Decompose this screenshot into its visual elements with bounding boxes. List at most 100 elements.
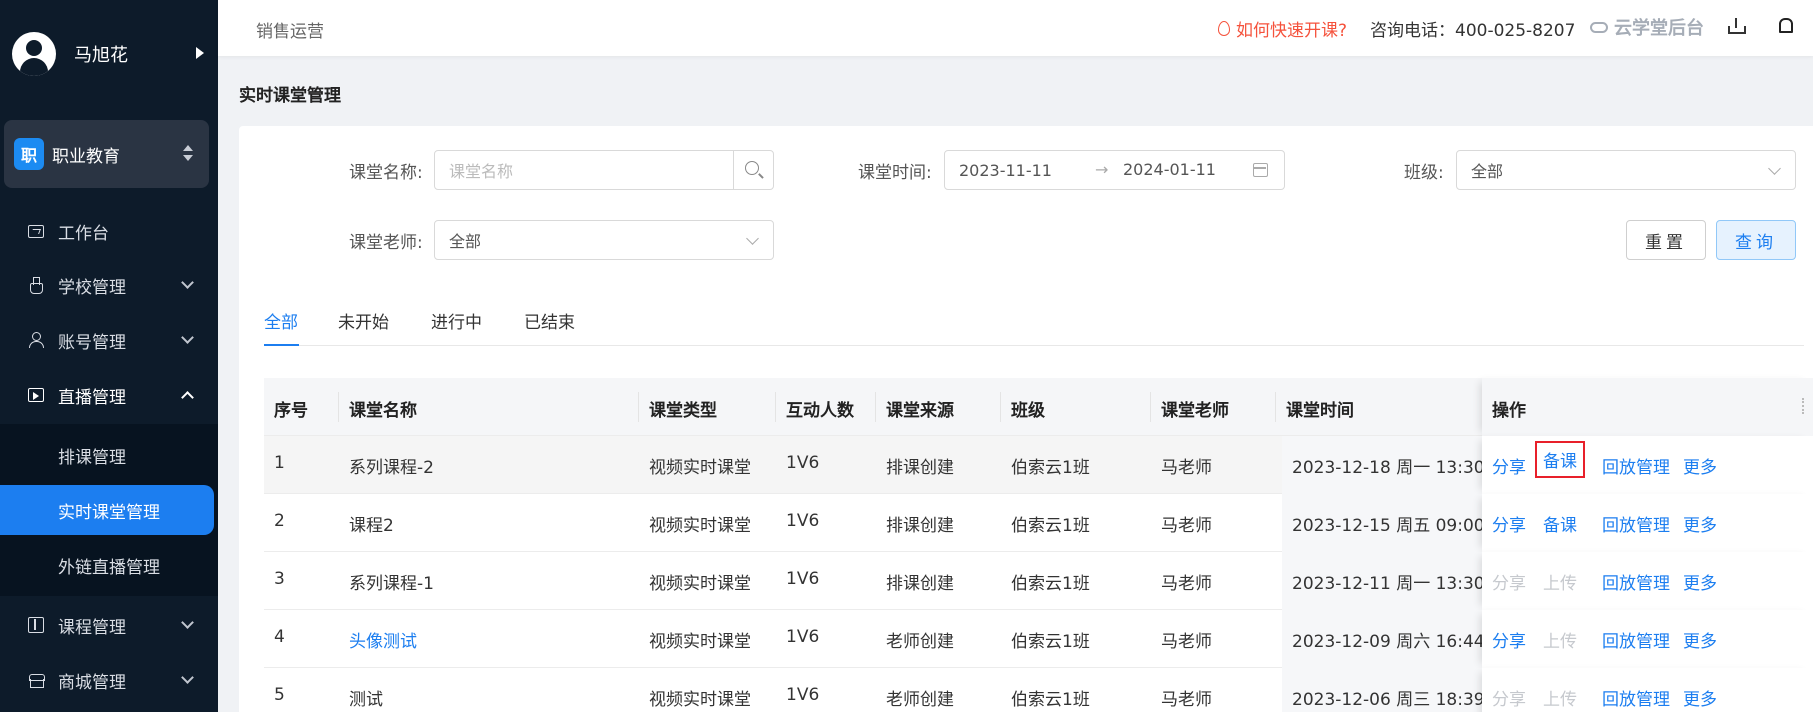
cell-no: 3: [274, 569, 285, 589]
col-people: 互动人数: [786, 401, 854, 421]
cell-name-link[interactable]: 头像测试: [349, 627, 417, 652]
cell-people: 1V6: [786, 453, 820, 473]
nav-label: 学校管理: [58, 277, 126, 298]
subnav-item-schedule[interactable]: 排课管理: [0, 430, 214, 480]
subnav-item-external[interactable]: 外链直播管理: [0, 540, 214, 590]
query-button[interactable]: 查询: [1716, 220, 1796, 260]
reset-button[interactable]: 重置: [1626, 220, 1706, 260]
table-row[interactable]: 4 头像测试 视频实时课堂 1V6 老师创建 伯索云1班 马老师 2023-12…: [264, 610, 1813, 668]
search-icon[interactable]: [733, 151, 773, 189]
bell-icon[interactable]: [1778, 17, 1793, 33]
replay-manage-link[interactable]: 回放管理: [1602, 685, 1670, 710]
class-name-input[interactable]: 课堂名称: [434, 150, 774, 190]
page-title: 实时课堂管理: [239, 86, 341, 106]
replay-manage-link[interactable]: 回放管理: [1602, 511, 1670, 536]
more-link[interactable]: 更多: [1683, 453, 1717, 478]
table-row[interactable]: 3 系列课程-1 视频实时课堂 1V6 排课创建 伯索云1班 马老师 2023-…: [264, 552, 1813, 610]
tab-all[interactable]: 全部: [264, 308, 298, 333]
more-link[interactable]: 更多: [1683, 511, 1717, 536]
class-name-placeholder: 课堂名称: [449, 162, 514, 181]
replay-manage-link[interactable]: 回放管理: [1602, 453, 1670, 478]
cell-type: 视频实时课堂: [649, 516, 751, 536]
monitor-icon: [28, 224, 44, 238]
class-time-label: 课堂时间:: [858, 163, 932, 183]
user-profile[interactable]: 马旭花: [0, 0, 218, 108]
time-end: 2024-01-11: [1123, 160, 1216, 179]
col-divider: [1275, 392, 1276, 422]
quick-start-link[interactable]: 如何快速开课?: [1218, 16, 1347, 41]
cell-class: 伯索云1班: [1011, 458, 1090, 478]
prepare-link[interactable]: 备课: [1535, 441, 1585, 478]
cell-class: 伯索云1班: [1011, 632, 1090, 652]
subnav-item-realtime[interactable]: 实时课堂管理: [0, 485, 214, 535]
consult-phone: 咨询电话：400-025-8207: [1370, 21, 1576, 41]
breadcrumb[interactable]: 销售运营: [256, 17, 324, 42]
col-name: 课堂名称: [349, 401, 417, 421]
chevron-down-icon: [181, 276, 194, 289]
cell-people: 1V6: [786, 569, 820, 589]
col-divider: [875, 392, 876, 422]
cell-teacher: 马老师: [1161, 458, 1212, 478]
class-group-value: 全部: [1471, 162, 1504, 181]
tab-finished[interactable]: 已结束: [524, 308, 575, 333]
table-row[interactable]: 1 系列课程-2 视频实时课堂 1V6 排课创建 伯索云1班 马老师 2023-…: [264, 436, 1813, 494]
cell-teacher: 马老师: [1161, 690, 1212, 710]
class-group-label: 班级:: [1404, 163, 1444, 183]
nav-item-account[interactable]: 账号管理: [0, 313, 218, 367]
class-group-select[interactable]: 全部: [1456, 150, 1796, 190]
tab-not-started[interactable]: 未开始: [338, 308, 389, 333]
col-divider: [1150, 392, 1151, 422]
calendar-icon: [1253, 163, 1268, 177]
brand-name: 云学堂后台: [1614, 18, 1704, 39]
user-name: 马旭花: [74, 45, 128, 66]
replay-manage-link[interactable]: 回放管理: [1602, 569, 1670, 594]
ops-cell: 分享 备课 回放管理 更多: [1482, 436, 1813, 494]
ops-header-cell: 操作: [1482, 378, 1813, 436]
cell-time-text: 2023-12-09 周六 16:44~17:44: [1292, 632, 1482, 652]
ops-cell: 分享 上传 回放管理 更多: [1482, 552, 1813, 610]
chevron-down-icon: [181, 616, 194, 629]
cell-time-text: 2023-12-15 周五 09:00~10:30: [1292, 516, 1482, 536]
nav-item-course[interactable]: 课程管理: [0, 598, 218, 652]
table-row[interactable]: 2 课程2 视频实时课堂 1V6 排课创建 伯索云1班 马老师 2023-12-…: [264, 494, 1813, 552]
cell-people: 1V6: [786, 511, 820, 531]
flask-icon: [28, 277, 44, 294]
ops-cell: 分享 上传 回放管理 更多: [1482, 610, 1813, 668]
range-separator: →: [1095, 160, 1109, 179]
nav-item-school[interactable]: 学校管理: [0, 258, 218, 312]
nav-item-shop[interactable]: 商城管理: [0, 653, 218, 707]
replay-manage-link[interactable]: 回放管理: [1602, 627, 1670, 652]
cell-time: 2023-12-18 周一 13:30~15:00: [1282, 436, 1482, 494]
cell-source: 排课创建: [886, 458, 954, 478]
brand-logo[interactable]: 云学堂后台: [1590, 14, 1704, 40]
cell-teacher: 马老师: [1161, 632, 1212, 652]
cell-no: 1: [274, 453, 285, 473]
download-icon[interactable]: [1728, 18, 1746, 34]
nav-label: 工作台: [58, 223, 109, 244]
more-link[interactable]: 更多: [1683, 685, 1717, 710]
upload-link: 上传: [1543, 632, 1577, 652]
cell-source: 排课创建: [886, 574, 954, 594]
share-link[interactable]: 分享: [1492, 453, 1526, 478]
teacher-select[interactable]: 全部: [434, 220, 774, 260]
prepare-link[interactable]: 备课: [1543, 511, 1577, 536]
more-link[interactable]: 更多: [1683, 627, 1717, 652]
col-teacher: 课堂老师: [1161, 401, 1229, 421]
org-switcher[interactable]: 职 职业教育: [4, 120, 209, 188]
nav-item-workbench[interactable]: 工作台: [0, 204, 218, 258]
chevron-down-icon: [1768, 162, 1781, 175]
cell-time-text: 2023-12-18 周一 13:30~15:00: [1292, 458, 1482, 478]
cell-no: 5: [274, 685, 285, 705]
cell-name: 测试: [349, 690, 383, 710]
nav-item-live[interactable]: 直播管理: [0, 368, 218, 422]
share-link[interactable]: 分享: [1492, 627, 1526, 652]
caret-right-icon[interactable]: [196, 47, 204, 59]
cell-time: 2023-12-11 周一 13:30~15:00: [1282, 552, 1482, 610]
share-link[interactable]: 分享: [1492, 511, 1526, 536]
class-time-range-picker[interactable]: 2023-11-11 → 2024-01-11: [944, 150, 1285, 190]
column-settings-icon[interactable]: [1802, 398, 1805, 414]
avatar: [12, 32, 56, 76]
table-row[interactable]: 5 测试 视频实时课堂 1V6 老师创建 伯索云1班 马老师 2023-12-0…: [264, 668, 1813, 712]
tab-in-progress[interactable]: 进行中: [431, 308, 482, 333]
more-link[interactable]: 更多: [1683, 569, 1717, 594]
